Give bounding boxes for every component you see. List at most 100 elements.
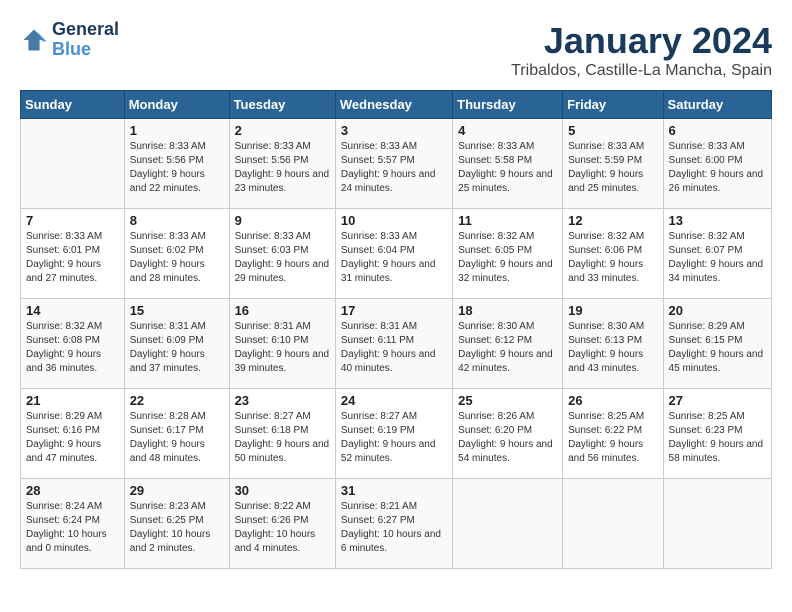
calendar-cell: 12 Sunrise: 8:32 AMSunset: 6:06 PMDayligh… xyxy=(563,209,663,299)
day-info: Sunrise: 8:33 AMSunset: 6:01 PMDaylight:… xyxy=(26,230,119,286)
day-number: 28 xyxy=(26,483,119,498)
day-number: 3 xyxy=(341,123,447,138)
day-info: Sunrise: 8:25 AMSunset: 6:22 PMDaylight:… xyxy=(568,410,657,466)
day-number: 31 xyxy=(341,483,447,498)
calendar-cell xyxy=(453,479,563,569)
day-number: 23 xyxy=(235,393,330,408)
calendar-cell: 15 Sunrise: 8:31 AMSunset: 6:09 PMDayligh… xyxy=(124,299,229,389)
day-info: Sunrise: 8:33 AMSunset: 6:00 PMDaylight:… xyxy=(669,140,766,196)
day-number: 26 xyxy=(568,393,657,408)
calendar-cell: 19Sunrise: 8:30 AMSunset: 6:13 PMDayligh… xyxy=(563,299,663,389)
day-number: 21 xyxy=(26,393,119,408)
header-thursday: Thursday xyxy=(453,91,563,119)
calendar-cell: 7 Sunrise: 8:33 AMSunset: 6:01 PMDaylight… xyxy=(21,209,125,299)
week-row-2: 14 Sunrise: 8:32 AMSunset: 6:08 PMDayligh… xyxy=(21,299,772,389)
calendar-cell: 30 Sunrise: 8:22 AMSunset: 6:26 PMDayligh… xyxy=(229,479,335,569)
day-info: Sunrise: 8:21 AMSunset: 6:27 PMDaylight:… xyxy=(341,500,447,556)
day-info: Sunrise: 8:30 AMSunset: 6:13 PMDaylight:… xyxy=(568,320,657,376)
day-info: Sunrise: 8:32 AMSunset: 6:08 PMDaylight:… xyxy=(26,320,119,376)
day-info: Sunrise: 8:31 AMSunset: 6:09 PMDaylight:… xyxy=(130,320,224,376)
day-info: Sunrise: 8:27 AMSunset: 6:18 PMDaylight:… xyxy=(235,410,330,466)
header-friday: Friday xyxy=(563,91,663,119)
day-number: 7 xyxy=(26,213,119,228)
header-wednesday: Wednesday xyxy=(335,91,452,119)
calendar-cell xyxy=(563,479,663,569)
calendar-cell: 25 Sunrise: 8:26 AMSunset: 6:20 PMDayligh… xyxy=(453,389,563,479)
calendar-cell: 8Sunrise: 8:33 AMSunset: 6:02 PMDaylight… xyxy=(124,209,229,299)
day-number: 12 xyxy=(568,213,657,228)
week-row-0: 1 Sunrise: 8:33 AMSunset: 5:56 PMDaylight… xyxy=(21,119,772,209)
day-info: Sunrise: 8:28 AMSunset: 6:17 PMDaylight:… xyxy=(130,410,224,466)
day-number: 25 xyxy=(458,393,557,408)
day-number: 20 xyxy=(669,303,766,318)
day-info: Sunrise: 8:24 AMSunset: 6:24 PMDaylight:… xyxy=(26,500,119,556)
logo: GeneralBlue xyxy=(20,20,119,60)
calendar-cell: 1 Sunrise: 8:33 AMSunset: 5:56 PMDaylight… xyxy=(124,119,229,209)
logo-text: GeneralBlue xyxy=(52,20,119,60)
day-info: Sunrise: 8:33 AMSunset: 5:58 PMDaylight:… xyxy=(458,140,557,196)
day-info: Sunrise: 8:33 AMSunset: 5:56 PMDaylight:… xyxy=(235,140,330,196)
calendar-cell: 17 Sunrise: 8:31 AMSunset: 6:11 PMDayligh… xyxy=(335,299,452,389)
day-info: Sunrise: 8:33 AMSunset: 6:04 PMDaylight:… xyxy=(341,230,447,286)
day-info: Sunrise: 8:33 AMSunset: 6:03 PMDaylight:… xyxy=(235,230,330,286)
header-tuesday: Tuesday xyxy=(229,91,335,119)
header-saturday: Saturday xyxy=(663,91,771,119)
calendar-title: January 2024 xyxy=(511,20,772,62)
calendar-cell: 20 Sunrise: 8:29 AMSunset: 6:15 PMDayligh… xyxy=(663,299,771,389)
day-number: 13 xyxy=(669,213,766,228)
calendar-cell: 5 Sunrise: 8:33 AMSunset: 5:59 PMDaylight… xyxy=(563,119,663,209)
day-info: Sunrise: 8:33 AMSunset: 6:02 PMDaylight:… xyxy=(130,230,224,286)
calendar-cell: 11Sunrise: 8:32 AMSunset: 6:05 PMDayligh… xyxy=(453,209,563,299)
calendar-cell: 16Sunrise: 8:31 AMSunset: 6:10 PMDayligh… xyxy=(229,299,335,389)
calendar-cell: 13 Sunrise: 8:32 AMSunset: 6:07 PMDayligh… xyxy=(663,209,771,299)
day-number: 5 xyxy=(568,123,657,138)
calendar-cell: 28 Sunrise: 8:24 AMSunset: 6:24 PMDayligh… xyxy=(21,479,125,569)
page-header: GeneralBlue January 2024 Tribaldos, Cast… xyxy=(20,20,772,80)
header-sunday: Sunday xyxy=(21,91,125,119)
logo-icon xyxy=(20,26,48,54)
day-number: 9 xyxy=(235,213,330,228)
day-info: Sunrise: 8:26 AMSunset: 6:20 PMDaylight:… xyxy=(458,410,557,466)
day-info: Sunrise: 8:30 AMSunset: 6:12 PMDaylight:… xyxy=(458,320,557,376)
day-number: 30 xyxy=(235,483,330,498)
calendar-cell xyxy=(663,479,771,569)
day-info: Sunrise: 8:32 AMSunset: 6:07 PMDaylight:… xyxy=(669,230,766,286)
day-number: 16 xyxy=(235,303,330,318)
calendar-subtitle: Tribaldos, Castille-La Mancha, Spain xyxy=(511,62,772,80)
calendar-cell: 29 Sunrise: 8:23 AMSunset: 6:25 PMDayligh… xyxy=(124,479,229,569)
calendar-table: SundayMondayTuesdayWednesdayThursdayFrid… xyxy=(20,90,772,569)
calendar-cell: 22 Sunrise: 8:28 AMSunset: 6:17 PMDayligh… xyxy=(124,389,229,479)
day-info: Sunrise: 8:27 AMSunset: 6:19 PMDaylight:… xyxy=(341,410,447,466)
day-info: Sunrise: 8:33 AMSunset: 5:59 PMDaylight:… xyxy=(568,140,657,196)
calendar-cell: 26 Sunrise: 8:25 AMSunset: 6:22 PMDayligh… xyxy=(563,389,663,479)
day-number: 1 xyxy=(130,123,224,138)
calendar-cell: 23 Sunrise: 8:27 AMSunset: 6:18 PMDayligh… xyxy=(229,389,335,479)
calendar-cell: 9 Sunrise: 8:33 AMSunset: 6:03 PMDaylight… xyxy=(229,209,335,299)
day-number: 2 xyxy=(235,123,330,138)
day-number: 11 xyxy=(458,213,557,228)
day-number: 14 xyxy=(26,303,119,318)
day-info: Sunrise: 8:29 AMSunset: 6:15 PMDaylight:… xyxy=(669,320,766,376)
day-number: 10 xyxy=(341,213,447,228)
day-number: 18 xyxy=(458,303,557,318)
calendar-cell: 18 Sunrise: 8:30 AMSunset: 6:12 PMDayligh… xyxy=(453,299,563,389)
day-info: Sunrise: 8:25 AMSunset: 6:23 PMDaylight:… xyxy=(669,410,766,466)
week-row-3: 21Sunrise: 8:29 AMSunset: 6:16 PMDayligh… xyxy=(21,389,772,479)
calendar-cell: 6Sunrise: 8:33 AMSunset: 6:00 PMDaylight… xyxy=(663,119,771,209)
day-number: 29 xyxy=(130,483,224,498)
title-section: January 2024 Tribaldos, Castille-La Manc… xyxy=(511,20,772,80)
calendar-cell: 3Sunrise: 8:33 AMSunset: 5:57 PMDaylight… xyxy=(335,119,452,209)
day-number: 15 xyxy=(130,303,224,318)
day-info: Sunrise: 8:23 AMSunset: 6:25 PMDaylight:… xyxy=(130,500,224,556)
day-number: 17 xyxy=(341,303,447,318)
week-row-4: 28 Sunrise: 8:24 AMSunset: 6:24 PMDayligh… xyxy=(21,479,772,569)
day-info: Sunrise: 8:32 AMSunset: 6:06 PMDaylight:… xyxy=(568,230,657,286)
day-number: 22 xyxy=(130,393,224,408)
calendar-cell: 27Sunrise: 8:25 AMSunset: 6:23 PMDayligh… xyxy=(663,389,771,479)
day-info: Sunrise: 8:22 AMSunset: 6:26 PMDaylight:… xyxy=(235,500,330,556)
calendar-cell: 24Sunrise: 8:27 AMSunset: 6:19 PMDayligh… xyxy=(335,389,452,479)
day-number: 4 xyxy=(458,123,557,138)
calendar-cell: 31 Sunrise: 8:21 AMSunset: 6:27 PMDayligh… xyxy=(335,479,452,569)
day-info: Sunrise: 8:31 AMSunset: 6:11 PMDaylight:… xyxy=(341,320,447,376)
day-info: Sunrise: 8:33 AMSunset: 5:56 PMDaylight:… xyxy=(130,140,224,196)
